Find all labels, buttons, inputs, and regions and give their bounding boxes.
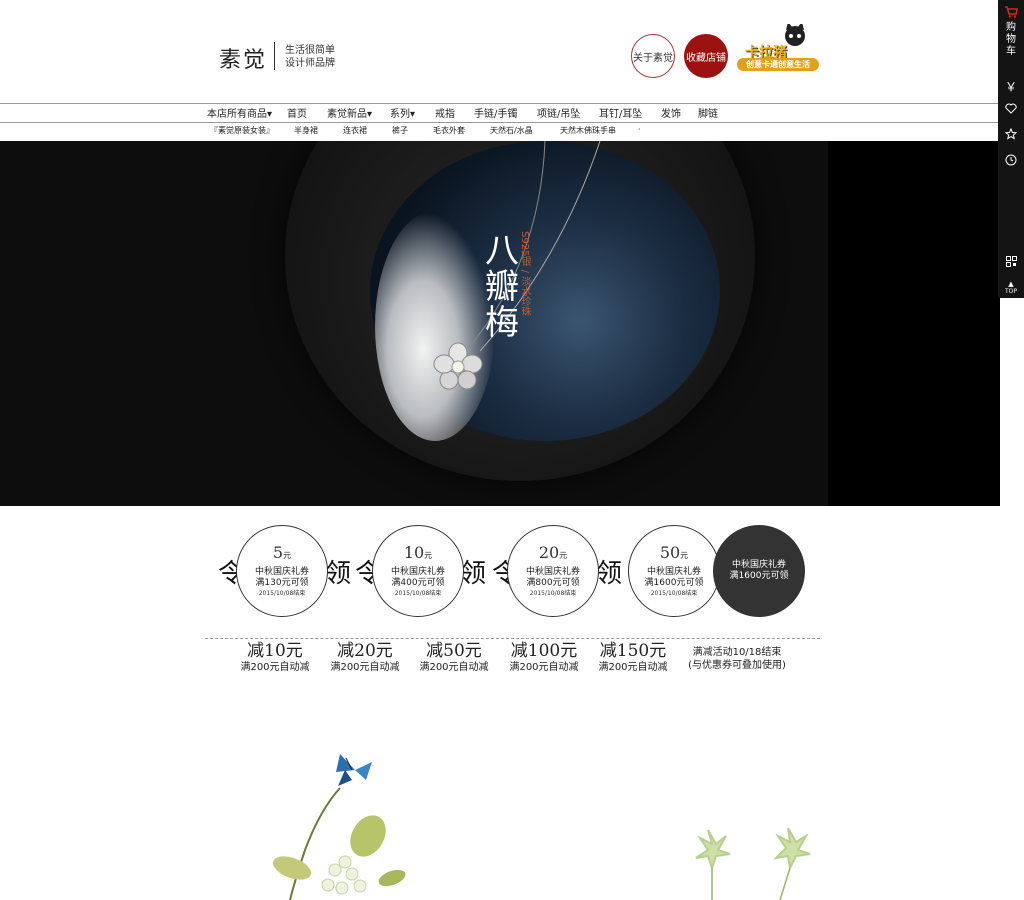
history-icon[interactable]	[998, 154, 1024, 169]
qrcode-icon[interactable]	[998, 256, 1024, 270]
subnav-item-skirt[interactable]: 半身裙	[294, 125, 318, 136]
discount-amount: 减100元	[510, 641, 578, 661]
brand-name[interactable]: 素觉	[219, 42, 267, 74]
brand-divider	[274, 42, 275, 70]
coupon-50[interactable]: 50元 中秋国庆礼券 满1600元可领 2015/10/08结束	[628, 525, 720, 617]
discount-20: 减20元 满200元自动减	[320, 641, 410, 674]
heart-icon[interactable]	[998, 103, 1024, 117]
slogan-line-2: 设计师品牌	[285, 58, 335, 69]
cart-icon	[1005, 6, 1018, 18]
nav-item-bracelets[interactable]: 手链/手镯	[474, 105, 537, 120]
main-nav: 本店所有商品▾ 首页 素觉新品▾ 系列▾ 戒指 手链/手镯 项链/吊坠 耳钉/耳…	[207, 105, 728, 120]
coupon-condition: 满400元可领	[391, 578, 445, 588]
banner-side-panel	[828, 141, 1000, 506]
discount-50: 减50元 满200元自动减	[409, 641, 499, 674]
coupon-amount: 10元	[403, 543, 433, 562]
discount-amount: 减50元	[426, 641, 482, 661]
subnav-item-pants[interactable]: 裤子	[392, 125, 408, 136]
coupon-name: 中秋国庆礼券	[525, 567, 580, 577]
discount-amount: 减20元	[337, 641, 393, 661]
coupon-condition: 满800元可领	[526, 578, 580, 588]
back-to-top-button[interactable]: ▲ TOP	[998, 280, 1024, 295]
coupon-hover[interactable]: 中秋国庆礼券 满1600元可领	[713, 525, 805, 617]
nav-item-series[interactable]: 系列▾	[390, 105, 435, 120]
subnav-item-sweater[interactable]: 毛衣外套	[433, 125, 465, 136]
coupon-amount: 20元	[538, 543, 568, 562]
nav-item-home[interactable]: 首页	[287, 105, 327, 120]
coupon-name: 中秋国庆礼券	[646, 567, 701, 577]
coupon-end-date: 2015/10/08结束	[258, 590, 306, 597]
discount-10: 减10元 满200元自动减	[230, 641, 320, 674]
subnav-item-dress[interactable]: 连衣裙	[343, 125, 367, 136]
subnav-item-original[interactable]: 『素觉原装女装』	[210, 125, 274, 136]
discount-condition: 满200元自动减	[598, 662, 668, 673]
coupon-name: 中秋国庆礼券	[731, 560, 786, 570]
coupon-ling-tail: 领	[596, 559, 623, 589]
coupon-end-date: 2015/10/08结束	[650, 590, 698, 597]
coupon-condition: 满1600元可领	[729, 571, 789, 581]
partner-tagline: 创意卡通创意生活	[737, 58, 819, 71]
discount-150: 减150元 满200元自动减	[588, 641, 678, 674]
coupon-name: 中秋国庆礼券	[254, 567, 309, 577]
partner-logo[interactable]: 卡拉猪 创意卡通创意生活	[737, 24, 819, 76]
yen-icon[interactable]: ￥	[998, 78, 1024, 95]
coupon-5[interactable]: 5元 中秋国庆礼券 满130元可领 2015/10/08结束	[236, 525, 328, 617]
top-label: TOP	[1004, 288, 1017, 295]
discount-100: 减100元 满200元自动减	[499, 641, 589, 674]
discount-condition: 满200元自动减	[330, 662, 400, 673]
coupon-end-date: 2015/10/08结束	[394, 590, 442, 597]
discount-amount: 减10元	[247, 641, 303, 661]
nav-item-rings[interactable]: 戒指	[435, 105, 474, 120]
star-icon[interactable]	[998, 127, 1024, 143]
brand-slogan: 生活很简单 设计师品牌	[285, 44, 335, 70]
coupon-amount: 50元	[659, 543, 689, 562]
discount-condition: 满200元自动减	[419, 662, 489, 673]
coupon-10[interactable]: 10元 中秋国庆礼券 满400元可领 2015/10/08结束	[372, 525, 464, 617]
coupon-ling-tail: 领	[325, 559, 352, 589]
nav-item-new[interactable]: 素觉新品▾	[327, 105, 390, 120]
coupon-condition: 满130元可领	[255, 578, 309, 588]
subnav-item-dot[interactable]: ·	[638, 125, 641, 134]
top-icon: ▲	[1008, 280, 1014, 288]
coupon-condition: 满1600元可领	[644, 578, 704, 588]
favorite-store-button[interactable]: 收藏店铺	[684, 34, 728, 78]
discount-condition: 满200元自动减	[240, 662, 310, 673]
dashed-divider	[205, 638, 820, 639]
nav-item-all-products[interactable]: 本店所有商品▾	[207, 105, 287, 120]
subnav-item-beads[interactable]: 天然木佛珠手串	[560, 125, 616, 136]
right-sidebar: 购物车 ￥ ▲ TOP	[998, 0, 1024, 298]
plant-decoration	[272, 754, 811, 900]
slogan-line-1: 生活很简单	[285, 45, 335, 56]
discount-note-line-1: 满减活动10/18结束	[692, 647, 782, 658]
nav-item-necklaces[interactable]: 项链/吊坠	[537, 105, 599, 120]
discount-note: 满减活动10/18结束 (与优惠券可叠加使用)	[682, 646, 792, 672]
discount-note-line-2: (与优惠券可叠加使用)	[688, 660, 786, 671]
subnav-item-stone[interactable]: 天然石/水晶	[490, 125, 533, 136]
coupon-20[interactable]: 20元 中秋国庆礼券 满800元可领 2015/10/08结束	[507, 525, 599, 617]
page: 素觉 生活很简单 设计师品牌 关于素觉 收藏店铺 卡拉猪 创意卡通创意生活 本店…	[0, 0, 1024, 900]
about-button[interactable]: 关于素觉	[631, 34, 675, 78]
cart-button[interactable]: 购物车	[998, 6, 1024, 58]
coupon-end-date: 2015/10/08结束	[529, 590, 577, 597]
discount-amount: 减150元	[599, 641, 667, 661]
banner-subtitle: S925银 / 淡水珍珠	[519, 231, 530, 317]
coupon-amount: 5元	[272, 543, 292, 562]
coupon-name: 中秋国庆礼券	[390, 567, 445, 577]
nav-item-anklets[interactable]: 脚链	[698, 105, 728, 120]
flower-pendant-icon	[433, 342, 483, 390]
nav-item-earrings[interactable]: 耳钉/耳坠	[599, 105, 661, 120]
butterfly-icon	[336, 754, 372, 786]
nav-item-hair[interactable]: 发饰	[661, 105, 698, 120]
discount-condition: 满200元自动减	[509, 662, 579, 673]
cart-label: 购物车	[1006, 22, 1016, 57]
